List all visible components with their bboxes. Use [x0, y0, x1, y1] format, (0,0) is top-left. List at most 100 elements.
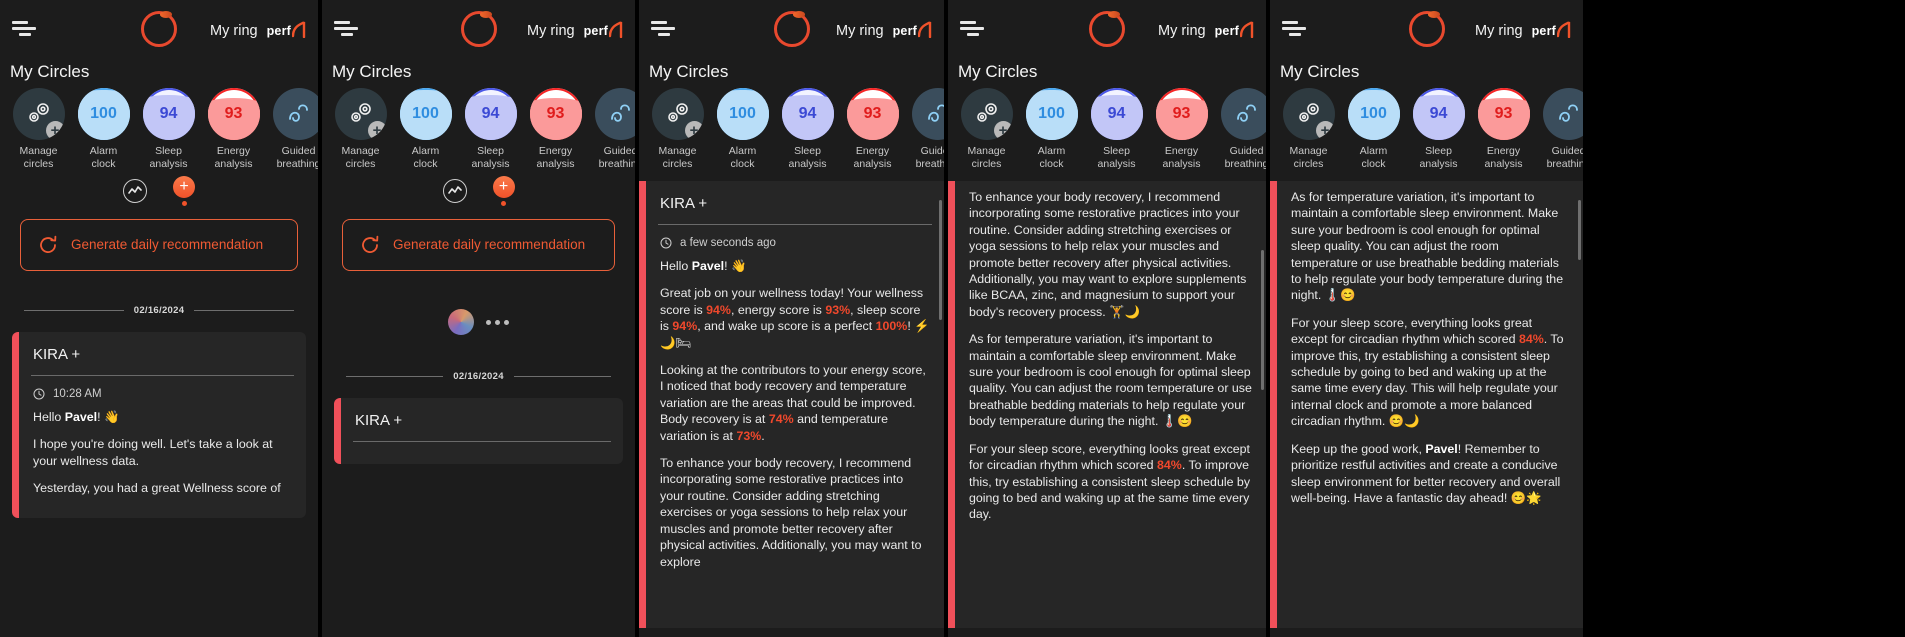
add-circle-badge[interactable]: +	[993, 121, 1013, 140]
gears-icon[interactable]: +	[334, 88, 387, 140]
circle-energy-analysis[interactable]: 93 Energy analysis	[1149, 88, 1214, 171]
add-circle-badge[interactable]: +	[45, 121, 65, 140]
circle-sleep-analysis[interactable]: 94 Sleep analysis	[1406, 88, 1471, 171]
circles-row[interactable]: + Manage circles 100 Alarm clock 94 Slee…	[0, 88, 318, 171]
sleep-bubble[interactable]: 94	[1090, 88, 1143, 140]
screenshot-strip: My ring perf My Circles + Manage circles…	[0, 0, 1905, 637]
breathing-icon[interactable]	[594, 88, 635, 140]
divider-line-right	[194, 310, 295, 311]
scrollbar-thumb[interactable]	[1261, 250, 1264, 390]
circle-sleep-analysis[interactable]: 94 Sleep analysis	[1084, 88, 1149, 171]
breathing-icon[interactable]	[911, 88, 944, 140]
add-circle-badge[interactable]: +	[1315, 121, 1335, 140]
circles-row[interactable]: + Manage circles 100 Alarm clock 94 Slee…	[639, 88, 944, 171]
circle-energy-analysis[interactable]: 93 Energy analysis	[201, 88, 266, 171]
recovery-score: 74%	[768, 412, 794, 427]
hamburger-icon[interactable]	[651, 20, 675, 38]
wakeup-score: 100%	[875, 319, 908, 334]
fab-dot	[181, 201, 187, 206]
circle-alarm-clock[interactable]: 100 Alarm clock	[1019, 88, 1084, 171]
gears-icon[interactable]: +	[1282, 88, 1335, 140]
gears-icon[interactable]: +	[12, 88, 65, 140]
hamburger-icon[interactable]	[1282, 20, 1306, 38]
hamburger-icon[interactable]	[12, 20, 36, 38]
circles-row[interactable]: + Manage circles 100 Alarm clock 94 Slee…	[322, 88, 635, 171]
app-panel-4: My ring perf My Circles + Manage circles…	[948, 0, 1266, 637]
circle-energy-analysis[interactable]: 93 Energy analysis	[1471, 88, 1536, 171]
chart-activity-icon[interactable]	[123, 179, 147, 203]
breathing-glyph	[1236, 104, 1256, 122]
circle-label: Guided breathing	[598, 145, 635, 170]
alarm-bubble[interactable]: 100	[399, 88, 452, 140]
circle-label: Manage circles	[19, 145, 58, 170]
add-circle-badge[interactable]: +	[684, 121, 704, 140]
energy-bubble[interactable]: 93	[529, 88, 582, 140]
breathing-icon[interactable]	[1542, 88, 1583, 140]
breathing-glyph	[288, 104, 308, 122]
sleep-bubble[interactable]: 94	[142, 88, 195, 140]
circle-guided-breathing[interactable]: Guided breathing	[588, 88, 635, 171]
circle-manage[interactable]: + Manage circles	[954, 88, 1019, 171]
gears-icon[interactable]: +	[651, 88, 704, 140]
hamburger-icon[interactable]	[960, 20, 984, 38]
circle-manage[interactable]: + Manage circles	[328, 88, 393, 171]
alarm-bubble[interactable]: 100	[77, 88, 130, 140]
chart-activity-icon[interactable]	[442, 179, 467, 203]
hamburger-icon[interactable]	[334, 20, 358, 38]
sleep-bubble[interactable]: 94	[1412, 88, 1465, 140]
add-fab-wrap[interactable]: +	[492, 176, 515, 206]
circle-guided-breathing[interactable]: Guided breathing	[905, 88, 944, 171]
gears-icon[interactable]: +	[960, 88, 1013, 140]
circle-guided-breathing[interactable]: Guided breathing	[266, 88, 318, 171]
app-panel-5: My ring perf My Circles + Manage circles…	[1270, 0, 1583, 637]
generate-daily-recommendation-button[interactable]: Generate daily recommendation	[20, 219, 298, 271]
breathing-icon[interactable]	[272, 88, 318, 140]
circles-row[interactable]: + Manage circles 100 Alarm clock 94 Slee…	[948, 88, 1266, 171]
kira-message-sleep-score: For your sleep score, everything looks g…	[1291, 315, 1569, 430]
alarm-bubble[interactable]: 100	[716, 88, 769, 140]
alarm-bubble[interactable]: 100	[1025, 88, 1078, 140]
generate-daily-recommendation-button[interactable]: Generate daily recommendation	[342, 219, 615, 271]
sleep-bubble[interactable]: 94	[464, 88, 517, 140]
alarm-bubble[interactable]: 100	[1347, 88, 1400, 140]
header-right: My ring perf	[1475, 20, 1571, 39]
energy-bubble[interactable]: 93	[207, 88, 260, 140]
circles-row[interactable]: + Manage circles 100 Alarm clock 94 Slee…	[1270, 88, 1583, 171]
brand-logo: perf	[267, 20, 306, 38]
my-circles-title: My Circles	[332, 62, 412, 81]
quick-actions-row: +	[0, 171, 318, 211]
scrollbar-thumb[interactable]	[1578, 200, 1581, 260]
seg: .	[761, 428, 765, 443]
circle-sleep-analysis[interactable]: 94 Sleep analysis	[775, 88, 840, 171]
clock-icon	[33, 388, 45, 400]
circle-sleep-analysis[interactable]: 94 Sleep analysis	[136, 88, 201, 171]
circle-alarm-clock[interactable]: 100 Alarm clock	[393, 88, 458, 171]
circle-sleep-analysis[interactable]: 94 Sleep analysis	[458, 88, 523, 171]
circle-alarm-clock[interactable]: 100 Alarm clock	[1341, 88, 1406, 171]
brand-label: perf	[266, 23, 291, 38]
circle-guided-breathing[interactable]: Guided breathing	[1214, 88, 1266, 171]
kira-card: To enhance your body recovery, I recomme…	[948, 181, 1266, 628]
energy-bubble[interactable]: 93	[1155, 88, 1208, 140]
circle-manage[interactable]: + Manage circles	[6, 88, 71, 171]
energy-bubble[interactable]: 93	[846, 88, 899, 140]
circle-label: Sleep analysis	[788, 145, 827, 170]
add-fab-wrap[interactable]: +	[173, 176, 195, 206]
circle-energy-analysis[interactable]: 93 Energy analysis	[840, 88, 905, 171]
circle-manage[interactable]: + Manage circles	[645, 88, 710, 171]
circle-energy-analysis[interactable]: 93 Energy analysis	[523, 88, 588, 171]
circle-alarm-clock[interactable]: 100 Alarm clock	[71, 88, 136, 171]
circle-manage[interactable]: + Manage circles	[1276, 88, 1341, 171]
circle-alarm-clock[interactable]: 100 Alarm clock	[710, 88, 775, 171]
circle-guided-breathing[interactable]: Guided breathing	[1536, 88, 1583, 171]
energy-bubble[interactable]: 93	[1477, 88, 1530, 140]
sleep-bubble[interactable]: 94	[781, 88, 834, 140]
add-circle-badge[interactable]: +	[367, 121, 387, 140]
brand-label: perf	[583, 23, 608, 38]
plus-icon[interactable]: +	[492, 176, 515, 198]
temperature-score: 73%	[736, 428, 762, 443]
plus-icon[interactable]: +	[173, 176, 195, 198]
scrollbar-thumb[interactable]	[939, 200, 942, 320]
breathing-icon[interactable]	[1220, 88, 1266, 140]
user-name: Pavel	[64, 410, 98, 424]
